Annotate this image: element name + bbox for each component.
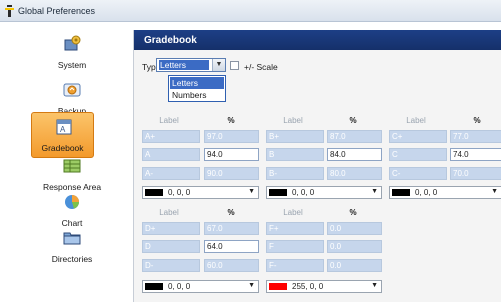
chevron-down-icon: ▼ xyxy=(248,188,255,195)
dropdown-option-letters[interactable]: Letters xyxy=(170,77,224,89)
grade-label-field: A- xyxy=(142,167,200,180)
grade-label-field: C- xyxy=(389,167,447,180)
grade-percent-field: 70.0 xyxy=(450,167,501,180)
percent-column-header: % xyxy=(227,116,235,125)
color-picker[interactable]: 0, 0, 0 ▼ xyxy=(266,186,382,199)
color-picker[interactable]: 0, 0, 0 ▼ xyxy=(142,280,259,293)
grade-label-field: A xyxy=(142,148,200,161)
directories-icon xyxy=(63,232,81,245)
label-column-header: Label xyxy=(283,208,303,217)
grade-percent-field: 0.0 xyxy=(327,259,382,272)
window-title: Global Preferences xyxy=(18,6,96,16)
grade-label-field: B+ xyxy=(266,130,324,143)
grade-percent-field: 97.0 xyxy=(204,130,259,143)
grade-percent-input[interactable]: 74.0 xyxy=(450,148,501,161)
grade-percent-field: 0.0 xyxy=(327,240,382,253)
color-swatch xyxy=(269,283,287,290)
dropdown-option-numbers[interactable]: Numbers xyxy=(170,89,224,101)
grade-label-field: D- xyxy=(142,259,200,272)
gradebook-panel: Gradebook Type: Letters ▼ +/- Scale Lett… xyxy=(133,30,501,302)
app-icon xyxy=(5,5,14,17)
grade-percent-field: 90.0 xyxy=(204,167,259,180)
sidebar-item-label: Directories xyxy=(51,254,93,264)
grade-label-field: B xyxy=(266,148,324,161)
color-swatch xyxy=(269,189,287,196)
grade-label-field: D xyxy=(142,240,200,253)
chevron-down-icon: ▼ xyxy=(248,282,255,289)
grade-label-field: C xyxy=(389,148,447,161)
label-column-header: Label xyxy=(159,208,179,217)
grade-percent-input[interactable]: 94.0 xyxy=(204,148,259,161)
grade-label-field: D+ xyxy=(142,222,200,235)
scale-label: +/- Scale xyxy=(244,62,278,72)
chevron-down-icon[interactable]: ▼ xyxy=(212,59,225,71)
color-swatch xyxy=(392,189,410,196)
percent-column-header: % xyxy=(349,116,357,125)
grade-label-field: A+ xyxy=(142,130,200,143)
percent-column-header: % xyxy=(227,208,235,217)
title-bar: Global Preferences xyxy=(0,0,501,22)
grade-label-field: B- xyxy=(266,167,324,180)
color-picker[interactable]: 0, 0, 0 ▼ xyxy=(389,186,501,199)
color-picker[interactable]: 255, 0, 0 ▼ xyxy=(266,280,382,293)
sidebar: System Backup A Gradebook Response Area xyxy=(26,30,118,302)
grade-label-field: F- xyxy=(266,259,324,272)
grade-label-field: F+ xyxy=(266,222,324,235)
label-column-header: Label xyxy=(406,116,426,125)
gradebook-icon: A xyxy=(56,119,72,135)
type-dropdown-list: Letters Numbers xyxy=(168,75,226,102)
sidebar-item-label: System xyxy=(57,60,87,70)
label-column-header: Label xyxy=(159,116,179,125)
response-area-icon xyxy=(63,159,81,173)
system-icon xyxy=(64,35,81,51)
color-value: 0, 0, 0 xyxy=(168,188,191,197)
svg-text:A: A xyxy=(60,125,66,134)
chevron-down-icon: ▼ xyxy=(371,282,378,289)
chevron-down-icon: ▼ xyxy=(371,188,378,195)
grade-percent-field: 77.0 xyxy=(450,130,501,143)
percent-column-header: % xyxy=(349,208,357,217)
sidebar-item-system[interactable]: System xyxy=(26,30,118,76)
grade-percent-field: 60.0 xyxy=(204,259,259,272)
percent-column-header: % xyxy=(473,116,481,125)
color-swatch xyxy=(145,189,163,196)
type-select-value: Letters xyxy=(159,60,209,70)
color-value: 0, 0, 0 xyxy=(292,188,315,197)
panel-title: Gradebook xyxy=(144,35,197,46)
type-select[interactable]: Letters ▼ xyxy=(156,58,226,72)
grade-percent-field: 87.0 xyxy=(327,130,382,143)
scale-checkbox[interactable] xyxy=(230,61,239,70)
color-value: 0, 0, 0 xyxy=(415,188,438,197)
label-column-header: Label xyxy=(283,116,303,125)
color-value: 255, 0, 0 xyxy=(292,282,324,291)
color-picker[interactable]: 0, 0, 0 ▼ xyxy=(142,186,259,199)
grade-label-field: F xyxy=(266,240,324,253)
sidebar-item-directories[interactable]: Directories xyxy=(26,224,118,270)
grade-percent-input[interactable]: 64.0 xyxy=(204,240,259,253)
grade-percent-field: 67.0 xyxy=(204,222,259,235)
chevron-down-icon: ▼ xyxy=(491,188,498,195)
color-swatch xyxy=(145,283,163,290)
chart-icon xyxy=(65,195,79,209)
grade-percent-field: 0.0 xyxy=(327,222,382,235)
grade-percent-input[interactable]: 84.0 xyxy=(327,148,382,161)
grade-percent-field: 80.0 xyxy=(327,167,382,180)
backup-icon xyxy=(63,83,81,97)
panel-header: Gradebook xyxy=(134,30,501,50)
color-value: 0, 0, 0 xyxy=(168,282,191,291)
grade-label-field: C+ xyxy=(389,130,447,143)
